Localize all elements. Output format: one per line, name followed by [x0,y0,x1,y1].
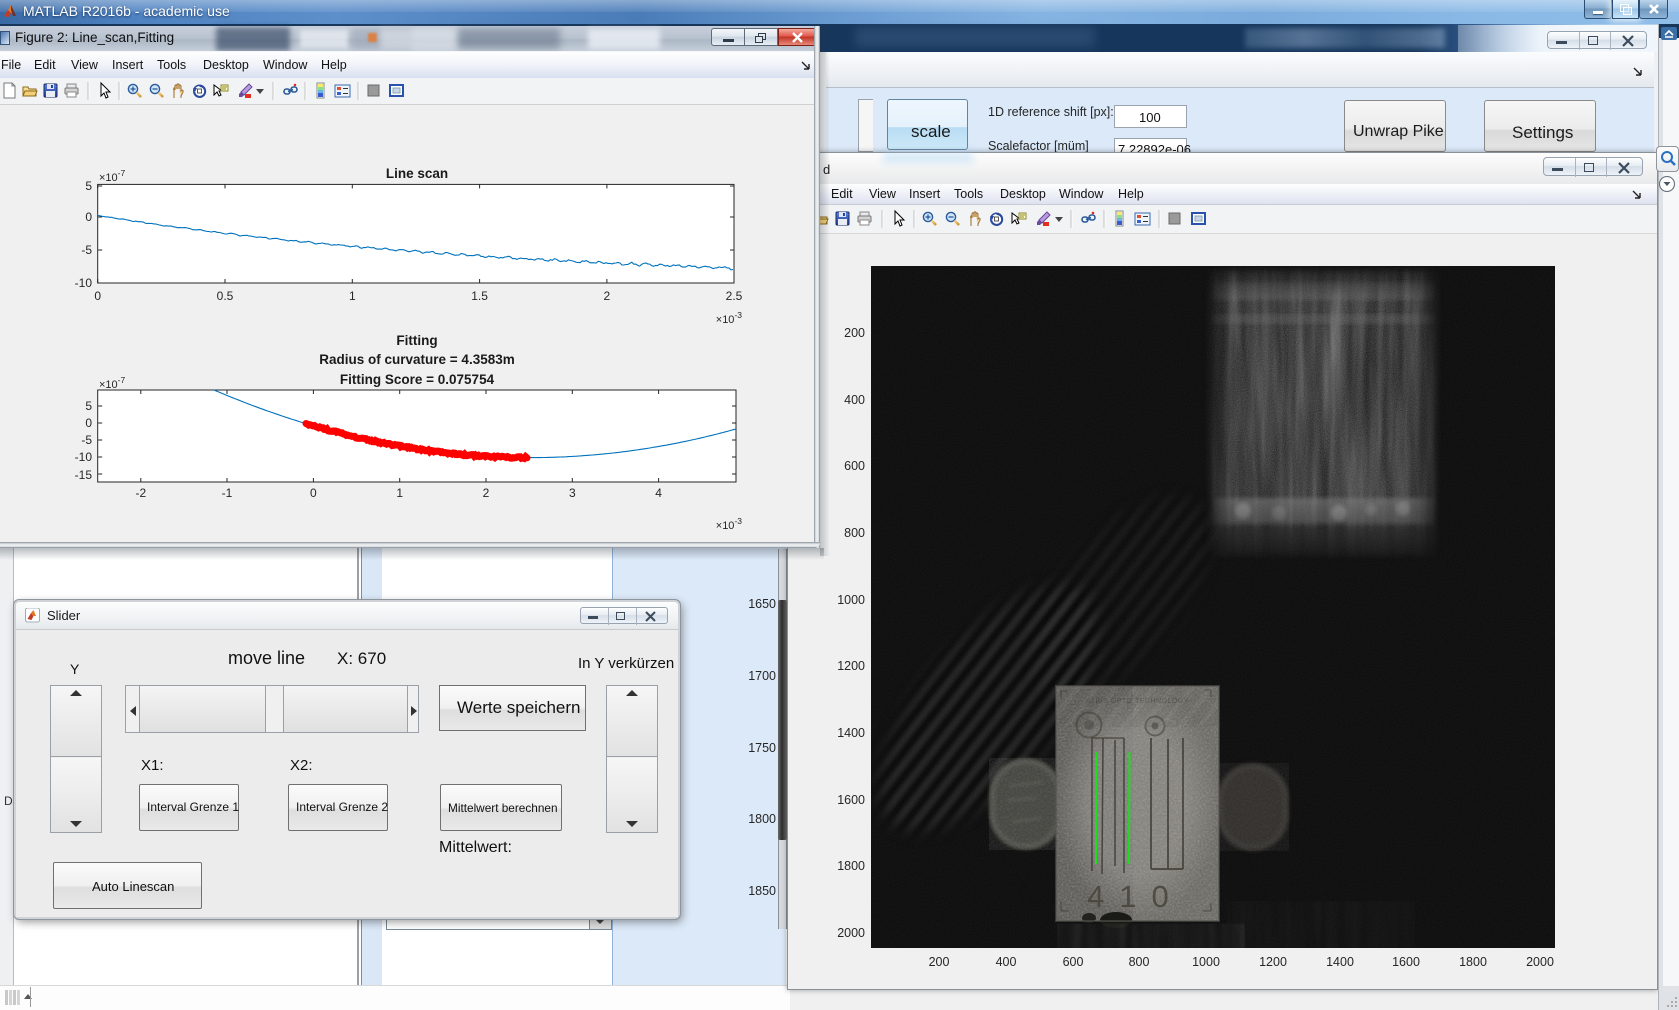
svg-text:-10: -10 [75,450,93,464]
svg-text:-2: -2 [135,486,146,500]
svg-text:410: 410 [1087,879,1184,914]
svg-text:1.5: 1.5 [471,289,488,303]
svg-text:2: 2 [483,486,490,500]
svg-text:×10-3: ×10-3 [716,516,743,532]
svg-text:-15: -15 [75,468,93,482]
svg-text:×10-7: ×10-7 [99,168,126,184]
svg-text:4: 4 [655,486,662,500]
svg-text:5: 5 [85,399,92,413]
svg-text:Fitting Score = 0.075754: Fitting Score = 0.075754 [340,372,495,387]
svg-text:0: 0 [85,416,92,430]
svg-text:0.5: 0.5 [217,289,234,303]
svg-text:-1: -1 [222,486,233,500]
svg-text:Radius of curvature = 4.3583m: Radius of curvature = 4.3583m [319,352,514,367]
svg-text:Fitting: Fitting [396,333,437,348]
svg-text:-5: -5 [81,433,92,447]
svg-text:-10: -10 [75,276,93,290]
svg-text:3: 3 [569,486,576,500]
svg-text:-5: -5 [81,243,92,257]
svg-text:5: 5 [85,179,92,193]
svg-text:×10-7: ×10-7 [99,375,126,391]
svg-text:1: 1 [396,486,403,500]
svg-text:2.5: 2.5 [726,289,743,303]
svg-text:1: 1 [349,289,356,303]
svg-text:0: 0 [310,486,317,500]
svg-text:×10-3: ×10-3 [716,310,743,326]
svg-text:2: 2 [604,289,611,303]
svg-text:0: 0 [85,210,92,224]
svg-text:0: 0 [94,289,101,303]
svg-text:Line scan: Line scan [386,166,448,181]
